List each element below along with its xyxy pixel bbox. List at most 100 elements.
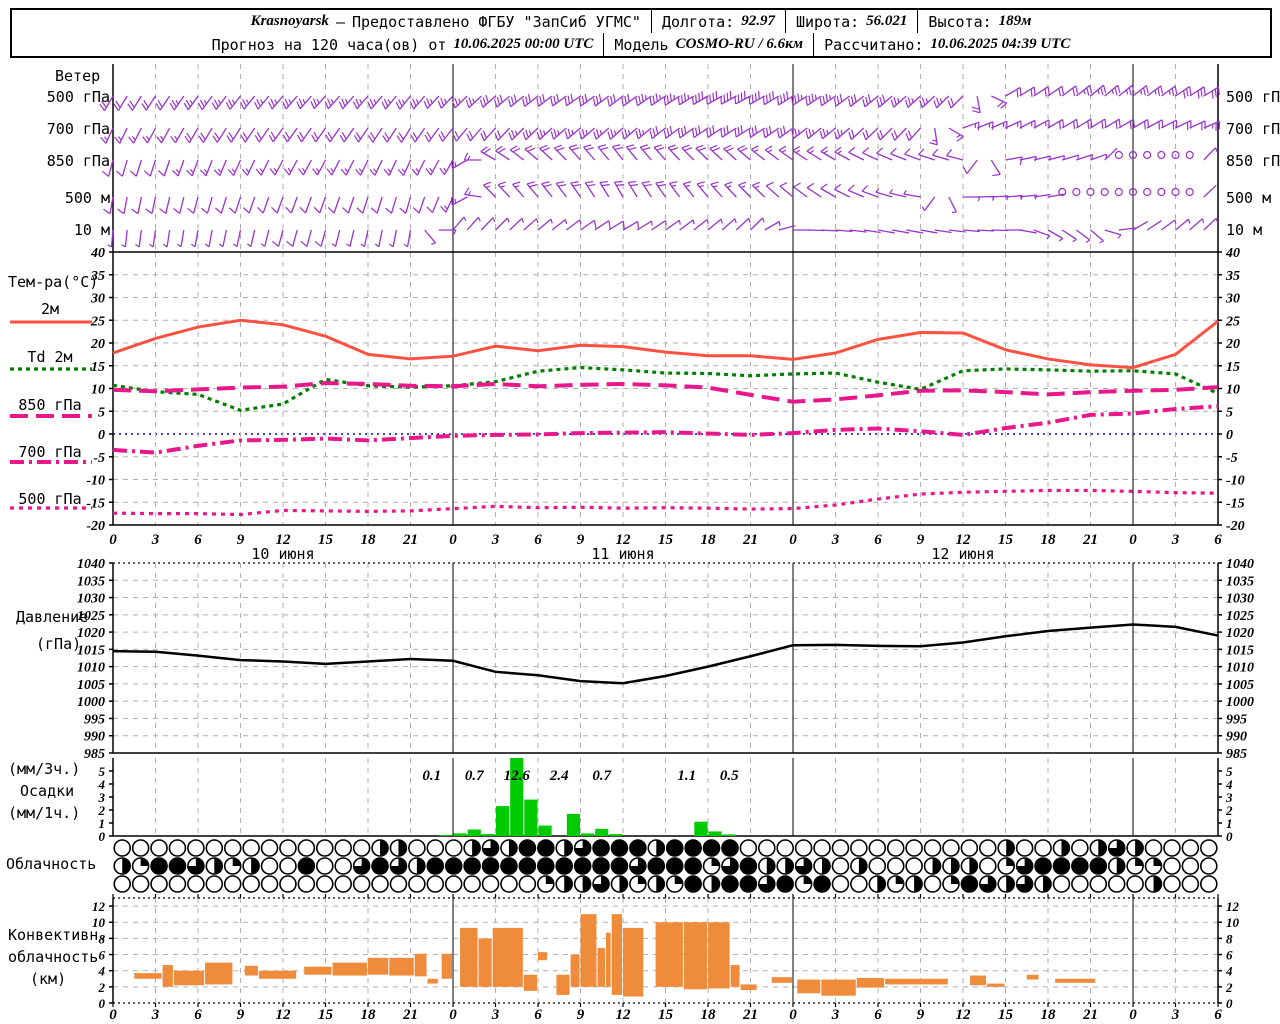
svg-text:21: 21: [1082, 1007, 1098, 1023]
convective-bar: [970, 975, 987, 986]
convective-bar: [730, 965, 740, 987]
convective-bar: [389, 957, 414, 976]
convective-bar: [258, 970, 297, 979]
convective-bar: [1026, 974, 1039, 980]
wind-level-label-700hpa: 700 гПа: [46, 120, 110, 138]
convective-bar: [683, 922, 707, 990]
svg-text:21: 21: [402, 532, 418, 548]
convective-bar: [797, 979, 821, 994]
svg-text:985: 985: [1226, 747, 1247, 762]
svg-text:0: 0: [99, 829, 106, 844]
legend-label-2m: 2м: [40, 300, 60, 318]
svg-text:1040: 1040: [1226, 557, 1254, 572]
svg-text:6: 6: [194, 532, 202, 548]
svg-text:1010: 1010: [1226, 661, 1254, 676]
precip-bar: [467, 829, 481, 836]
svg-text:1000: 1000: [1226, 695, 1254, 710]
svg-text:9: 9: [917, 532, 925, 548]
wind-barb-row-1: [100, 118, 1221, 146]
convective-bar: [162, 965, 173, 987]
svg-text:12: 12: [616, 1007, 632, 1023]
svg-text:2: 2: [98, 980, 106, 995]
svg-text:2: 2: [1225, 980, 1233, 995]
svg-text:0: 0: [789, 1007, 797, 1023]
svg-text:1005: 1005: [77, 678, 105, 693]
convective-bar: [611, 914, 622, 995]
wind-level-label-500m: 500 м: [64, 189, 110, 207]
convective-bar: [570, 954, 580, 987]
svg-text:0: 0: [98, 428, 105, 443]
legend-label-850hpa: 850 гПа: [18, 396, 82, 414]
svg-text:18: 18: [1041, 1007, 1057, 1023]
wind-barb-row-2: [102, 144, 1218, 177]
convective-bar: [655, 922, 683, 987]
meteogram-page: { "header": { "station": "Krasnoyarsk", …: [0, 0, 1280, 1024]
convective-bar: [460, 927, 478, 987]
bottom-x-axis-labels: 0 3 6 9 12 15 18 21 0 3 6 9 12 15 18 21 0 3 6 9 12 15 18 21 0 3 6: [109, 1007, 1222, 1023]
svg-text:-15: -15: [1226, 496, 1245, 511]
temperature-panel: 40 4035 3530 3025 2520 2015 1510 105 50 0-5 -5-10-…: [86, 246, 1244, 534]
svg-text:6: 6: [99, 948, 106, 963]
svg-text:990: 990: [1226, 730, 1247, 745]
pressure-panel: 1040 10401035 10351030 10301025 10251020 1020…: [77, 557, 1254, 762]
svg-text:12: 12: [956, 1007, 972, 1023]
svg-text:0: 0: [449, 1007, 457, 1023]
svg-text:10: 10: [1226, 383, 1240, 398]
cloud-cover-rows: [113, 839, 1218, 893]
temperature-title: Тем-ра(°C): [8, 273, 99, 291]
precip-label: Осадки: [20, 782, 75, 800]
cloudiness-label: Облачность: [6, 855, 97, 873]
precip-bar: [439, 835, 453, 836]
svg-text:20: 20: [1225, 337, 1240, 352]
svg-text:0: 0: [1226, 829, 1233, 844]
svg-text:1.1: 1.1: [677, 768, 696, 784]
svg-text:1000: 1000: [77, 695, 105, 710]
convective-bar: [332, 962, 367, 976]
svg-text:3: 3: [491, 532, 500, 548]
wind-level-label-10m-right: 10 м: [1226, 221, 1263, 239]
svg-text:3: 3: [831, 532, 840, 548]
wind-level-label-500hpa: 500 гПа: [46, 88, 110, 106]
svg-text:995: 995: [1226, 712, 1247, 727]
svg-text:-10: -10: [1226, 474, 1245, 489]
svg-text:1035: 1035: [77, 574, 105, 589]
convective-bar: [368, 957, 389, 975]
svg-text:1030: 1030: [1226, 592, 1254, 607]
convective-bar: [1055, 978, 1096, 983]
svg-text:21: 21: [742, 1007, 758, 1023]
convective-bar: [556, 974, 570, 995]
svg-text:10 июня: 10 июня: [251, 545, 314, 563]
precip-bar: [524, 799, 538, 836]
svg-text:18: 18: [361, 1007, 377, 1023]
svg-text:0: 0: [449, 532, 457, 548]
svg-text:15: 15: [658, 532, 674, 548]
svg-text:-10: -10: [86, 474, 105, 489]
convective-bar: [173, 970, 205, 986]
precip-bar: [595, 828, 609, 836]
svg-text:0: 0: [109, 1007, 117, 1023]
svg-text:-20: -20: [1226, 519, 1245, 534]
svg-text:15: 15: [658, 1007, 674, 1023]
convective-bar: [441, 953, 452, 979]
svg-text:4: 4: [98, 964, 106, 979]
svg-text:0: 0: [1129, 1007, 1137, 1023]
svg-text:3: 3: [491, 1007, 500, 1023]
wind-level-label-850hpa-right: 850 гПа: [1226, 152, 1280, 170]
temp-x-axis-labels: 0 3 6 9 12 15 18 21 0 3 6 9 12 15 18 21 0 3 6 9 12 15 18 21 0 3 61…: [109, 532, 1222, 563]
convective-bar: [134, 973, 162, 979]
svg-text:35: 35: [1225, 269, 1240, 284]
pressure-unit-label: (гПа): [36, 635, 82, 653]
svg-text:6: 6: [1226, 948, 1233, 963]
svg-text:6: 6: [534, 1007, 542, 1023]
convective-label-3: (км): [30, 970, 67, 988]
svg-text:15: 15: [1226, 360, 1240, 375]
svg-text:1040: 1040: [77, 557, 105, 572]
svg-text:40: 40: [90, 246, 105, 261]
convective-bar: [478, 938, 492, 987]
convective-label-1: Конвективн.: [8, 926, 108, 944]
svg-text:12: 12: [92, 899, 106, 914]
svg-text:12.6: 12.6: [504, 768, 531, 784]
svg-text:0: 0: [1129, 532, 1137, 548]
svg-text:0: 0: [789, 532, 797, 548]
svg-text:1015: 1015: [1226, 643, 1254, 658]
